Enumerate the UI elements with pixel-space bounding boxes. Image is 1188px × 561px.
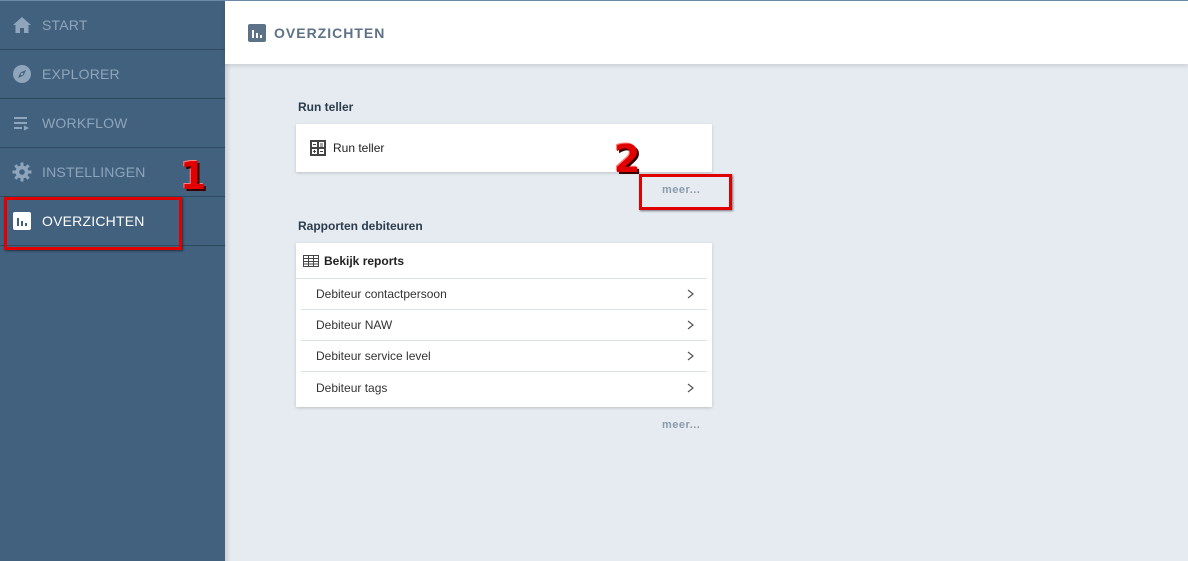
sidebar-item-label: WORKFLOW (42, 115, 128, 131)
chevron-right-icon (685, 289, 695, 299)
page-title: OVERZICHTEN (274, 24, 386, 41)
report-row[interactable]: Debiteur NAW (301, 310, 707, 341)
chevron-right-icon (685, 351, 695, 361)
workflow-icon (12, 113, 32, 133)
section-title-rapporten: Rapporten debiteuren (298, 219, 423, 233)
home-icon (12, 15, 32, 35)
chevron-right-icon (685, 320, 695, 330)
sidebar-item-label: INSTELLINGEN (42, 164, 146, 180)
reports-card: Bekijk reports Debiteur contactpersoon D… (296, 243, 712, 407)
rapporten-more-link[interactable]: meer... (662, 419, 700, 431)
table-icon (303, 254, 319, 267)
reports-card-title: Bekijk reports (324, 253, 405, 268)
annotation-box-2 (639, 174, 732, 210)
sidebar-shadow (225, 0, 231, 561)
report-row-label: Debiteur NAW (316, 318, 393, 332)
sidebar: START EXPLORER WORKFLOW INSTELLINGEN OVE… (0, 0, 225, 561)
section-title-run-teller: Run teller (298, 100, 354, 114)
sidebar-item-start[interactable]: START (0, 1, 225, 50)
report-row-label: Debiteur service level (316, 349, 431, 363)
sidebar-item-explorer[interactable]: EXPLORER (0, 50, 225, 99)
sidebar-item-label: START (42, 17, 88, 33)
annotation-number-1: 1 (180, 154, 207, 198)
chevron-right-icon (685, 383, 695, 393)
report-row-label: Debiteur contactpersoon (316, 287, 447, 301)
reports-card-header: Bekijk reports (296, 243, 707, 279)
run-teller-label: Run teller (333, 141, 385, 155)
run-teller-card[interactable]: Run teller (296, 124, 712, 172)
gear-icon (12, 162, 32, 182)
sidebar-item-label: EXPLORER (42, 66, 120, 82)
report-row[interactable]: Debiteur contactpersoon (301, 279, 707, 310)
page-header: OVERZICHTEN (225, 0, 1188, 64)
sidebar-item-workflow[interactable]: WORKFLOW (0, 99, 225, 148)
annotation-box-1 (4, 197, 182, 250)
report-row-label: Debiteur tags (316, 380, 388, 395)
report-row[interactable]: Debiteur service level (301, 341, 707, 372)
annotation-number-2: 2 (614, 137, 641, 181)
compass-icon (12, 64, 32, 84)
calculator-icon (310, 140, 326, 156)
bar-chart-icon (248, 23, 266, 42)
report-row[interactable]: Debiteur tags (301, 372, 707, 403)
